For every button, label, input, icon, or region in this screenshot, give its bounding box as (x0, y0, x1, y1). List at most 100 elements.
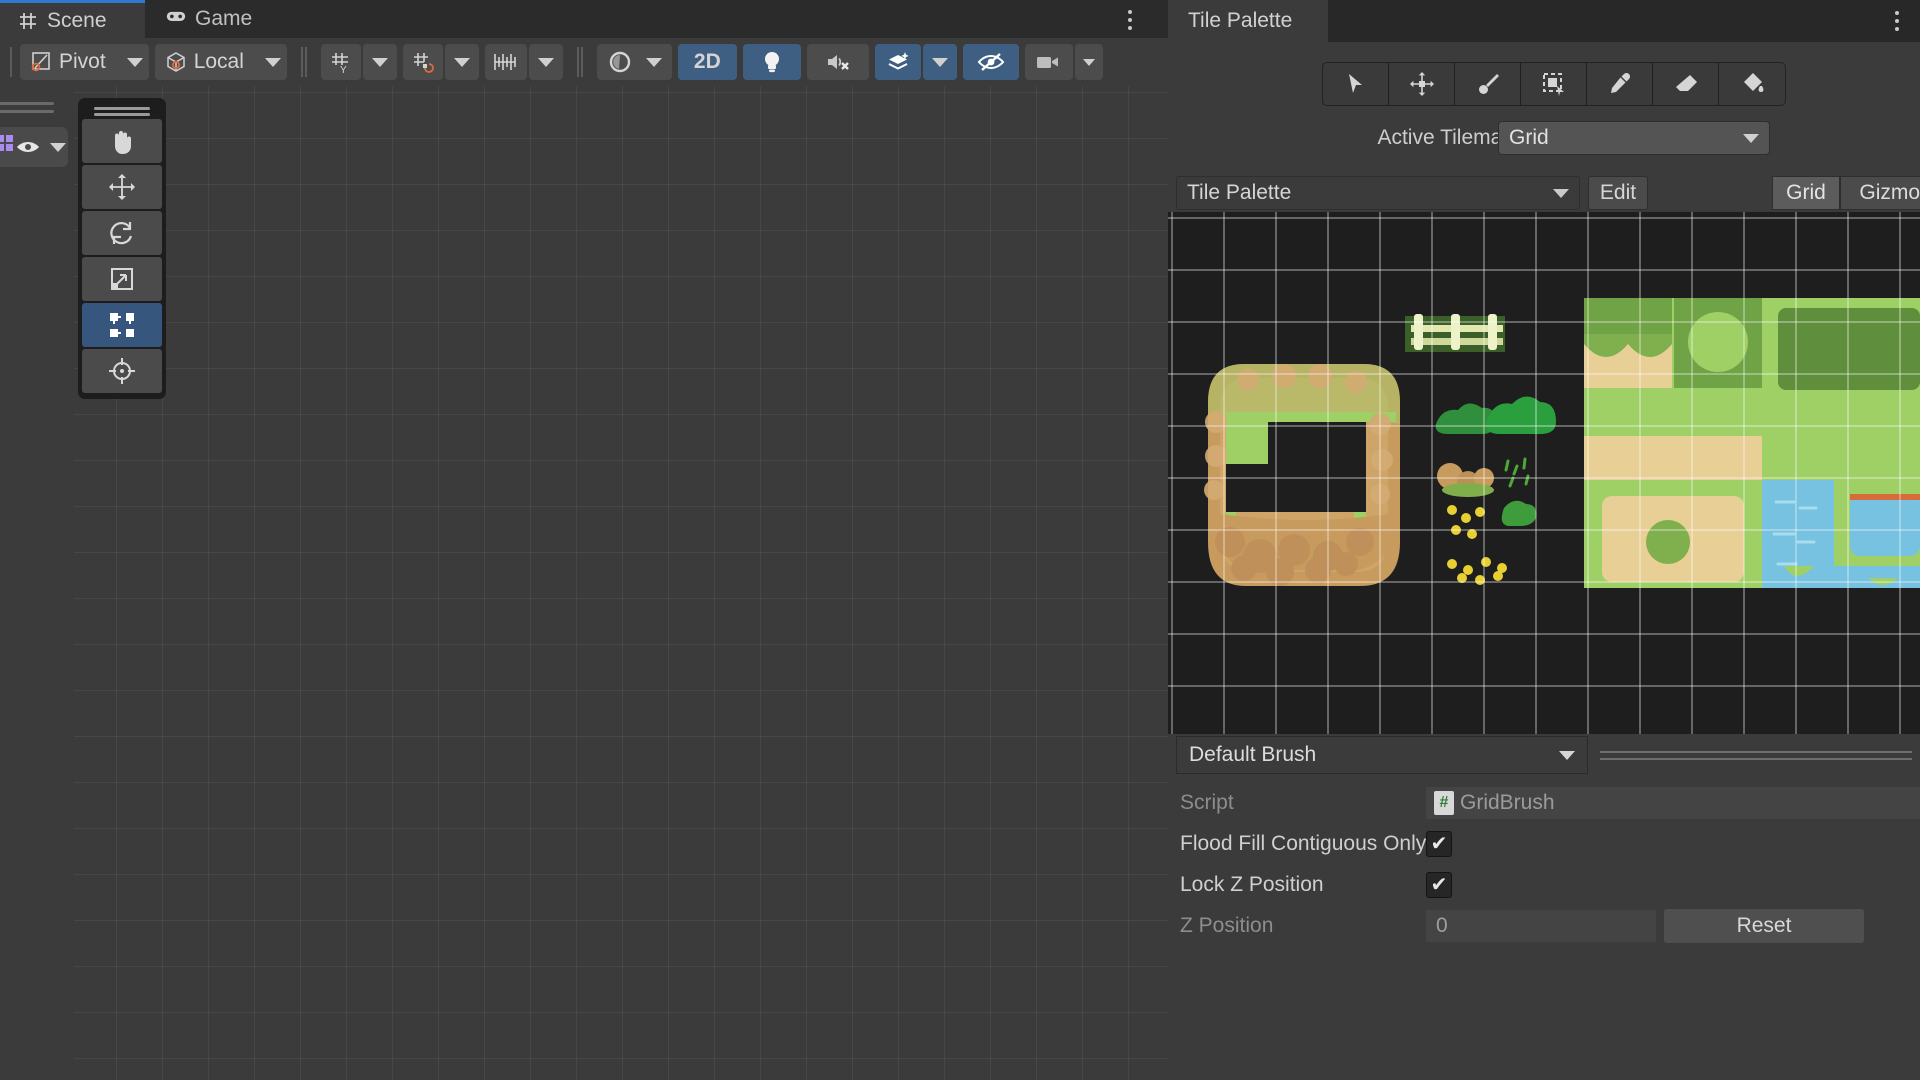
eraser-icon (1675, 75, 1697, 91)
chevron-down-icon[interactable] (537, 57, 554, 67)
snap-increment-dropdown[interactable] (528, 44, 563, 80)
ruler-icon (493, 51, 519, 73)
tile-artwork (1168, 212, 1920, 734)
palette-tool-fill[interactable] (1719, 63, 1785, 105)
palette-tool-paint[interactable] (1455, 63, 1521, 105)
pivot-label: Pivot (59, 50, 106, 73)
overlay-grip[interactable] (94, 107, 150, 110)
cube-icon (165, 51, 187, 73)
active-tilemap-label: Active Tilemap (1377, 126, 1514, 149)
brush-dropdown-value: Default Brush (1189, 743, 1317, 766)
grid-y-icon: Y (329, 50, 353, 74)
tool-transform[interactable] (82, 349, 162, 393)
sphere-icon (607, 49, 633, 75)
chevron-down-icon[interactable] (1553, 188, 1569, 198)
fx-layers-icon (885, 50, 911, 74)
tab-tile-palette[interactable]: Tile Palette (1168, 0, 1328, 42)
brush-dropdown[interactable]: Default Brush (1176, 736, 1588, 774)
tool-hand[interactable] (82, 119, 162, 163)
grid-snap-dropdown[interactable] (444, 44, 479, 80)
lock-z-row: Lock Z Position ✔ (1168, 864, 1920, 905)
grid-toggle-button[interactable]: Grid (1772, 176, 1840, 210)
tile-palette-toolbar (1322, 62, 1786, 106)
brush-row: Default Brush (1168, 736, 1920, 778)
script-row: Script # GridBrush (1168, 782, 1920, 823)
chevron-down-icon[interactable] (453, 57, 470, 67)
scene-camera-dropdown[interactable] (596, 44, 672, 80)
layers-visibility-control[interactable] (0, 127, 68, 167)
tool-rotate[interactable] (82, 211, 162, 255)
palette-tool-erase[interactable] (1653, 63, 1719, 105)
brush-preview-bar (1592, 740, 1920, 770)
chevron-down-icon[interactable] (1082, 58, 1095, 66)
chevron-down-icon[interactable] (645, 57, 662, 67)
scene-visibility-overlay (0, 102, 68, 167)
script-field[interactable]: # GridBrush (1426, 786, 1920, 819)
paint-bucket-icon (1744, 73, 1764, 92)
snap-increment-button[interactable] (484, 44, 527, 80)
chevron-down-icon[interactable] (1743, 133, 1759, 143)
tile-palette-canvas[interactable] (1168, 212, 1920, 734)
unity-editor-window: Scene Game Pivot Local Y 2D Tile Palette… (0, 0, 1920, 1080)
tool-scale[interactable] (82, 257, 162, 301)
scene-tools-overlay (78, 98, 166, 399)
camera-preview-dropdown[interactable] (1074, 44, 1103, 80)
chevron-down-icon[interactable] (50, 142, 66, 152)
chevron-down-icon[interactable] (126, 57, 143, 67)
toolbar-divider (576, 47, 583, 77)
active-tilemap-dropdown[interactable]: Grid (1498, 121, 1770, 155)
palette-tool-picker[interactable] (1587, 63, 1653, 105)
palette-tool-select[interactable] (1323, 63, 1389, 105)
toggle-2d[interactable]: 2D (677, 44, 737, 80)
tool-move[interactable] (82, 165, 162, 209)
overlay-grip[interactable] (0, 110, 54, 113)
edit-button[interactable]: Edit (1588, 176, 1648, 210)
scene-view[interactable] (0, 86, 1168, 1080)
handle-rotation-dropdown[interactable]: Local (154, 44, 287, 80)
toggle-hidden-objects[interactable] (962, 44, 1019, 80)
toggle-lighting[interactable] (742, 44, 801, 80)
palette-tool-box-fill[interactable] (1521, 63, 1587, 105)
lock-z-label: Lock Z Position (1180, 872, 1324, 896)
toggle-audio[interactable] (806, 44, 869, 80)
chevron-down-icon[interactable] (1559, 750, 1575, 760)
tile-palette-tabbar: Tile Palette (1168, 0, 1920, 42)
active-tilemap-value: Grid (1509, 126, 1549, 149)
tab-scene[interactable]: Scene (0, 0, 145, 38)
overlay-grip[interactable] (0, 102, 54, 105)
tool-rect[interactable] (82, 303, 162, 347)
gizmos-button[interactable]: Gizmos (1840, 176, 1920, 210)
flood-fill-checkbox[interactable]: ✔ (1426, 830, 1452, 857)
reset-button[interactable]: Reset (1664, 908, 1864, 943)
camera-preview-button[interactable] (1024, 44, 1073, 80)
scene-toolbar: Pivot Local Y 2D (0, 38, 1168, 86)
grid-snap-button[interactable] (402, 44, 443, 80)
palette-dropdown-value: Tile Palette (1187, 181, 1292, 204)
palette-dropdown[interactable]: Tile Palette (1176, 176, 1580, 210)
grid-axis-dropdown[interactable] (362, 44, 397, 80)
pivot-dropdown[interactable]: Pivot (20, 44, 149, 80)
palette-tool-move[interactable] (1389, 63, 1455, 105)
tab-game[interactable]: Game (148, 0, 298, 38)
active-tilemap-row: Active Tilemap Grid (1168, 118, 1920, 158)
lightbulb-icon (761, 50, 783, 74)
tile-palette-panel: Tile Palette Active Tilemap Grid Tile Pa… (1168, 0, 1920, 1080)
script-value: GridBrush (1460, 790, 1555, 814)
chevron-down-icon[interactable] (371, 57, 388, 67)
brush-icon (1478, 74, 1499, 94)
overlay-grip[interactable] (94, 113, 150, 116)
tab-game-label: Game (195, 7, 253, 30)
fx-button[interactable] (874, 44, 921, 80)
tile-palette-options-kebab-icon[interactable] (1886, 8, 1908, 34)
hand-icon (115, 131, 131, 154)
scene-options-kebab-icon[interactable] (1118, 6, 1142, 34)
box-select-icon (1542, 73, 1564, 96)
chevron-down-icon[interactable] (931, 57, 948, 67)
gamepad-icon (166, 9, 186, 29)
scale-icon (111, 268, 133, 290)
lock-z-checkbox[interactable]: ✔ (1426, 871, 1452, 898)
z-position-input[interactable]: 0 (1426, 909, 1656, 942)
grid-axis-button[interactable]: Y (320, 44, 361, 80)
chevron-down-icon[interactable] (264, 57, 281, 67)
fx-dropdown[interactable] (922, 44, 957, 80)
